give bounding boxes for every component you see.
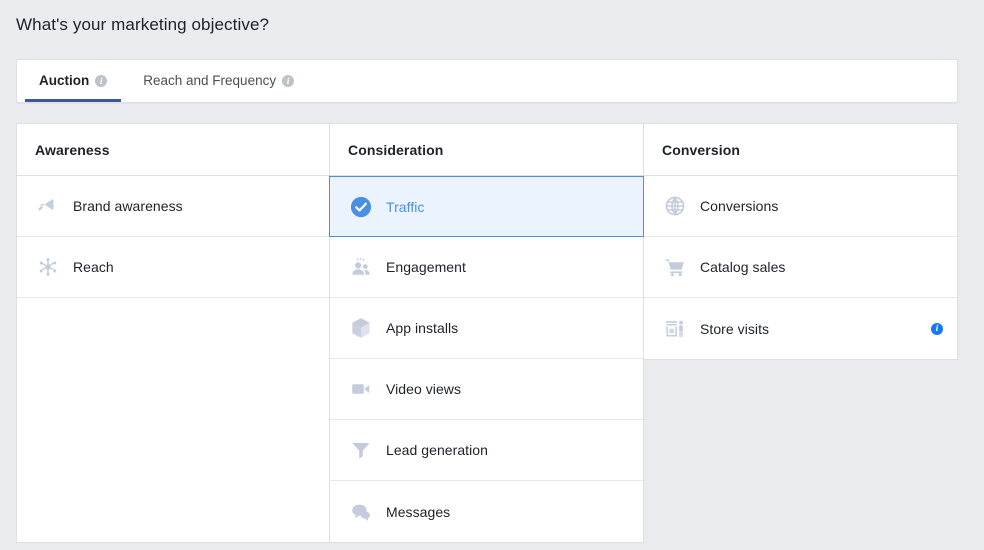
objective-row-catalog-sales[interactable]: Catalog sales — [644, 237, 957, 298]
objective-row-brand-awareness[interactable]: Brand awareness — [17, 176, 329, 237]
objective-label: Lead generation — [386, 443, 488, 457]
chat-bubbles-icon — [348, 499, 374, 525]
page-title: What's your marketing objective? — [16, 14, 269, 36]
objective-label: Conversions — [700, 199, 778, 213]
objective-label: App installs — [386, 321, 458, 335]
globe-icon — [662, 193, 688, 219]
check-circle-icon — [348, 194, 374, 220]
tab-label: Reach and Frequency — [143, 74, 276, 88]
info-icon[interactable]: i — [95, 75, 107, 87]
objective-label: Video views — [386, 382, 461, 396]
tab-label: Auction — [39, 74, 89, 88]
column-body: Brand awareness Reach — [17, 176, 329, 542]
tab-bar: Auction i Reach and Frequency i — [16, 59, 958, 103]
reach-starburst-icon — [35, 254, 61, 280]
people-icon — [348, 254, 374, 280]
objective-row-conversions[interactable]: Conversions — [644, 176, 957, 237]
storefront-icon — [662, 316, 688, 342]
cube-box-icon — [348, 315, 374, 341]
objective-label: Catalog sales — [700, 260, 785, 274]
objective-row-video-views[interactable]: Video views — [330, 359, 643, 420]
objective-row-engagement[interactable]: Engagement — [330, 237, 643, 298]
objective-row-lead-generation[interactable]: Lead generation — [330, 420, 643, 481]
objective-label: Engagement — [386, 260, 466, 274]
objective-label: Store visits — [700, 322, 769, 336]
shopping-cart-icon — [662, 254, 688, 280]
row-trailing: i — [931, 323, 943, 335]
video-camera-icon — [348, 376, 374, 402]
objective-row-store-visits[interactable]: Store visits i — [644, 298, 957, 359]
objective-label: Traffic — [386, 200, 424, 214]
column-empty-space — [17, 298, 329, 542]
column-consideration: Consideration Traffic Engagement App instal… — [330, 123, 644, 543]
objective-row-app-installs[interactable]: App installs — [330, 298, 643, 359]
tab-auction[interactable]: Auction i — [25, 60, 121, 102]
column-header: Consideration — [330, 124, 643, 176]
column-awareness: Awareness Brand awareness Reach — [16, 123, 330, 543]
info-icon[interactable]: i — [282, 75, 294, 87]
objective-label: Brand awareness — [73, 199, 183, 213]
info-icon[interactable]: i — [931, 323, 943, 335]
objective-row-reach[interactable]: Reach — [17, 237, 329, 298]
objective-label: Messages — [386, 505, 450, 519]
column-body: Traffic Engagement App installs Video views… — [330, 176, 643, 542]
column-body: Conversions Catalog sales Store visits i — [644, 176, 957, 359]
column-header: Awareness — [17, 124, 329, 176]
objective-row-traffic[interactable]: Traffic — [329, 176, 644, 237]
column-header: Conversion — [644, 124, 957, 176]
column-conversion: Conversion Conversions Catalog sales Store … — [644, 123, 958, 360]
megaphone-icon — [35, 193, 61, 219]
tab-reach-and-frequency[interactable]: Reach and Frequency i — [129, 60, 308, 102]
objective-row-messages[interactable]: Messages — [330, 481, 643, 542]
objective-columns: Awareness Brand awareness Reach Considerati… — [16, 123, 958, 543]
objective-label: Reach — [73, 260, 114, 274]
funnel-icon — [348, 437, 374, 463]
